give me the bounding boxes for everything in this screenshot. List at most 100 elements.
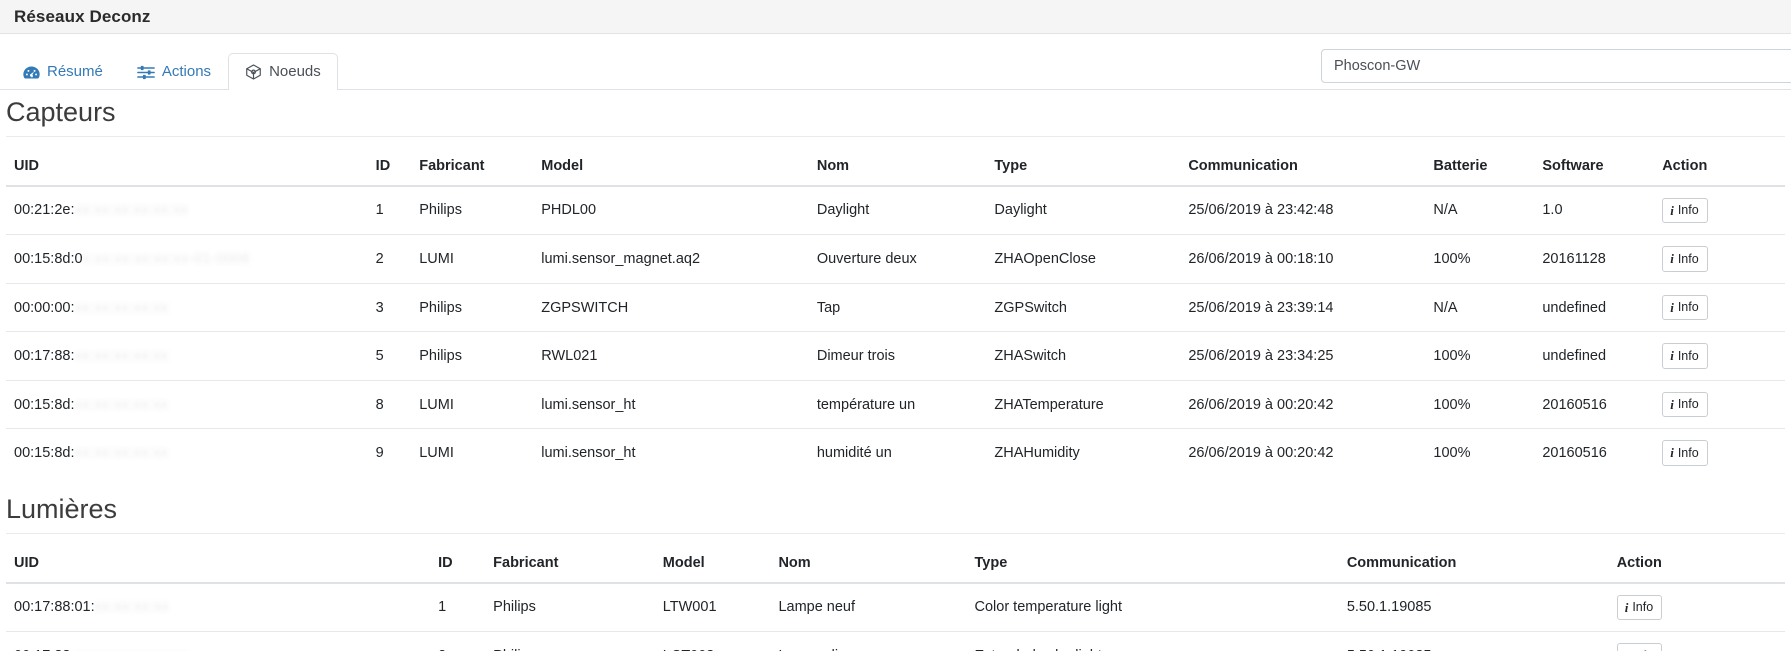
lights-col-uid: UID: [6, 543, 431, 584]
tab-actions-label: Actions: [161, 63, 212, 80]
tab-actions[interactable]: Actions: [120, 53, 228, 90]
redacted-uid: xx:xx:xx:xx:xx:xx: [74, 202, 189, 219]
cell-fabricant: LUMI: [411, 234, 534, 284]
cell-uid: 00:00:00:xx:xx:xx:xx:xx: [6, 282, 368, 332]
cell-type: ZHATemperature: [986, 379, 1181, 429]
info-button-label: Info: [1632, 648, 1653, 651]
cell-type: Color temperature light: [974, 599, 1123, 616]
table-row: 00:17:88:xx:xx:xx:xx:xx:xx 2 Philips LCT…: [6, 631, 1785, 651]
gateway-select[interactable]: [1321, 49, 1791, 83]
project-diagram-icon: [245, 64, 262, 80]
lights-col-type: Type: [966, 543, 1339, 584]
tab-noeuds[interactable]: Noeuds: [228, 53, 338, 90]
cell-uid: 00:15:8d:xx:xx:xx:xx:xx: [6, 379, 368, 429]
sliders-icon: [136, 65, 155, 80]
cell-batterie: 100%: [1425, 379, 1535, 429]
cell-communication: 5.50.1.19085: [1338, 631, 1609, 651]
cell-model: lumi.sensor_ht: [533, 379, 809, 429]
lights-table-body: 00:17:88:01:xx:xx:xx:xx 1 Philips LTW001…: [6, 583, 1785, 651]
sensors-table: UID ID Fabricant Model Nom Type Communic…: [6, 146, 1785, 477]
cell-id: 9: [367, 428, 412, 477]
lights-col-communication: Communication: [1338, 543, 1609, 584]
cell-model: LTW001: [662, 599, 717, 616]
cell-nom: Lampe dix: [770, 631, 967, 651]
cell-software: 20161128: [1534, 234, 1655, 284]
tab-resume[interactable]: Résumé: [6, 53, 120, 90]
lights-col-fabricant: Fabricant: [485, 543, 655, 584]
info-icon: i: [1670, 396, 1674, 412]
cell-type: ZHAOpenClose: [986, 234, 1181, 284]
lights-col-id: ID: [430, 543, 486, 584]
sensors-col-action: Action: [1654, 146, 1785, 187]
page-title: Réseaux Deconz: [14, 6, 151, 26]
info-button-label: Info: [1632, 599, 1654, 614]
info-button[interactable]: i Info: [1662, 246, 1708, 272]
info-button[interactable]: i Info: [1662, 294, 1708, 321]
lights-header-row: UID ID Fabricant Model Nom Type Communic…: [6, 543, 1785, 584]
redacted-uid: xx:xx:xx:xx:xx: [74, 396, 169, 413]
redacted-uid: x:xx:xx:xx:xx:xx-01-0006: [82, 251, 251, 267]
table-row: 00:15:8d:xx:xx:xx:xx:xx 8 LUMI lumi.sens…: [6, 379, 1785, 429]
sensors-col-software: Software: [1534, 146, 1655, 187]
cell-software: undefined: [1534, 331, 1655, 381]
sensors-section-title: Capteurs: [6, 97, 1785, 137]
tachometer-icon: [23, 65, 40, 80]
sensors-table-body: 00:21:2e:xx:xx:xx:xx:xx:xx 1 Philips PHD…: [6, 186, 1785, 477]
cell-action: i Info: [1654, 428, 1785, 477]
cell-uid: 00:15:8d:0x:xx:xx:xx:xx:xx-01-0006: [6, 234, 368, 284]
cell-nom: température un: [808, 379, 987, 429]
info-button[interactable]: i Info: [1662, 343, 1708, 369]
info-button-label: Info: [1677, 251, 1699, 266]
cell-action: i Info: [1654, 186, 1785, 235]
lights-table: UID ID Fabricant Model Nom Type Communic…: [6, 543, 1785, 651]
info-button[interactable]: i Info: [1662, 197, 1708, 224]
info-button-label: Info: [1677, 203, 1699, 218]
cell-model: LCT003: [654, 631, 771, 651]
cell-communication: 25/06/2019 à 23:34:25: [1180, 331, 1426, 381]
cell-communication: 25/06/2019 à 23:42:48: [1188, 202, 1334, 219]
cell-id: 1: [438, 599, 447, 616]
cell-model: lumi.sensor_magnet.aq2: [533, 234, 809, 284]
redacted-uid: xx:xx:xx:xx: [94, 599, 170, 616]
cell-software: 20160516: [1534, 428, 1655, 477]
cell-fabricant: Philips: [411, 331, 534, 381]
cell-communication: 5.50.1.19085: [1346, 599, 1432, 616]
app-header: Réseaux Deconz: [0, 0, 1791, 34]
info-button-label: Info: [1677, 348, 1699, 363]
cell-fabricant: Philips: [419, 202, 462, 219]
cell-nom: Dimeur trois: [808, 331, 987, 381]
cell-uid: 00:21:2e:xx:xx:xx:xx:xx:xx: [14, 202, 189, 219]
cell-type: Extended color light: [966, 631, 1339, 651]
cell-communication: 26/06/2019 à 00:20:42: [1180, 428, 1426, 477]
info-icon: i: [1670, 445, 1674, 461]
info-button[interactable]: i Info: [1616, 643, 1663, 651]
gateway-select-wrapper: [1321, 49, 1791, 83]
lights-section-title: Lumières: [6, 494, 1785, 534]
table-row: 00:17:88:01:xx:xx:xx:xx 1 Philips LTW001…: [6, 583, 1785, 632]
cell-type: ZGPSwitch: [986, 282, 1181, 332]
sensors-header-row: UID ID Fabricant Model Nom Type Communic…: [6, 146, 1785, 187]
cell-software: 20160516: [1534, 379, 1655, 429]
tab-noeuds-label: Noeuds: [269, 63, 321, 80]
sensors-col-batterie: Batterie: [1425, 146, 1535, 187]
cell-type: ZHAHumidity: [986, 428, 1181, 477]
cell-communication: 26/06/2019 à 00:18:10: [1180, 234, 1426, 284]
cell-type: ZHASwitch: [986, 331, 1181, 381]
info-button[interactable]: i Info: [1662, 440, 1708, 466]
cell-batterie: 100%: [1425, 428, 1535, 477]
cell-id: 3: [367, 282, 412, 332]
info-button[interactable]: i Info: [1616, 594, 1663, 621]
lights-col-model: Model: [654, 543, 771, 584]
info-button[interactable]: i Info: [1662, 391, 1708, 418]
tab-resume-label: Résumé: [47, 63, 103, 80]
redacted-uid: xx:xx:xx:xx:xx: [74, 348, 169, 365]
cell-type: Daylight: [994, 202, 1047, 219]
info-icon: i: [1670, 251, 1674, 267]
cell-software: undefined: [1534, 282, 1655, 332]
cell-fabricant: Philips: [411, 282, 534, 332]
cell-batterie: N/A: [1433, 202, 1458, 219]
cell-nom: Ouverture deux: [808, 234, 987, 284]
lights-col-nom: Nom: [770, 543, 967, 584]
cell-fabricant: LUMI: [411, 379, 534, 429]
cell-model: RWL021: [533, 331, 809, 381]
